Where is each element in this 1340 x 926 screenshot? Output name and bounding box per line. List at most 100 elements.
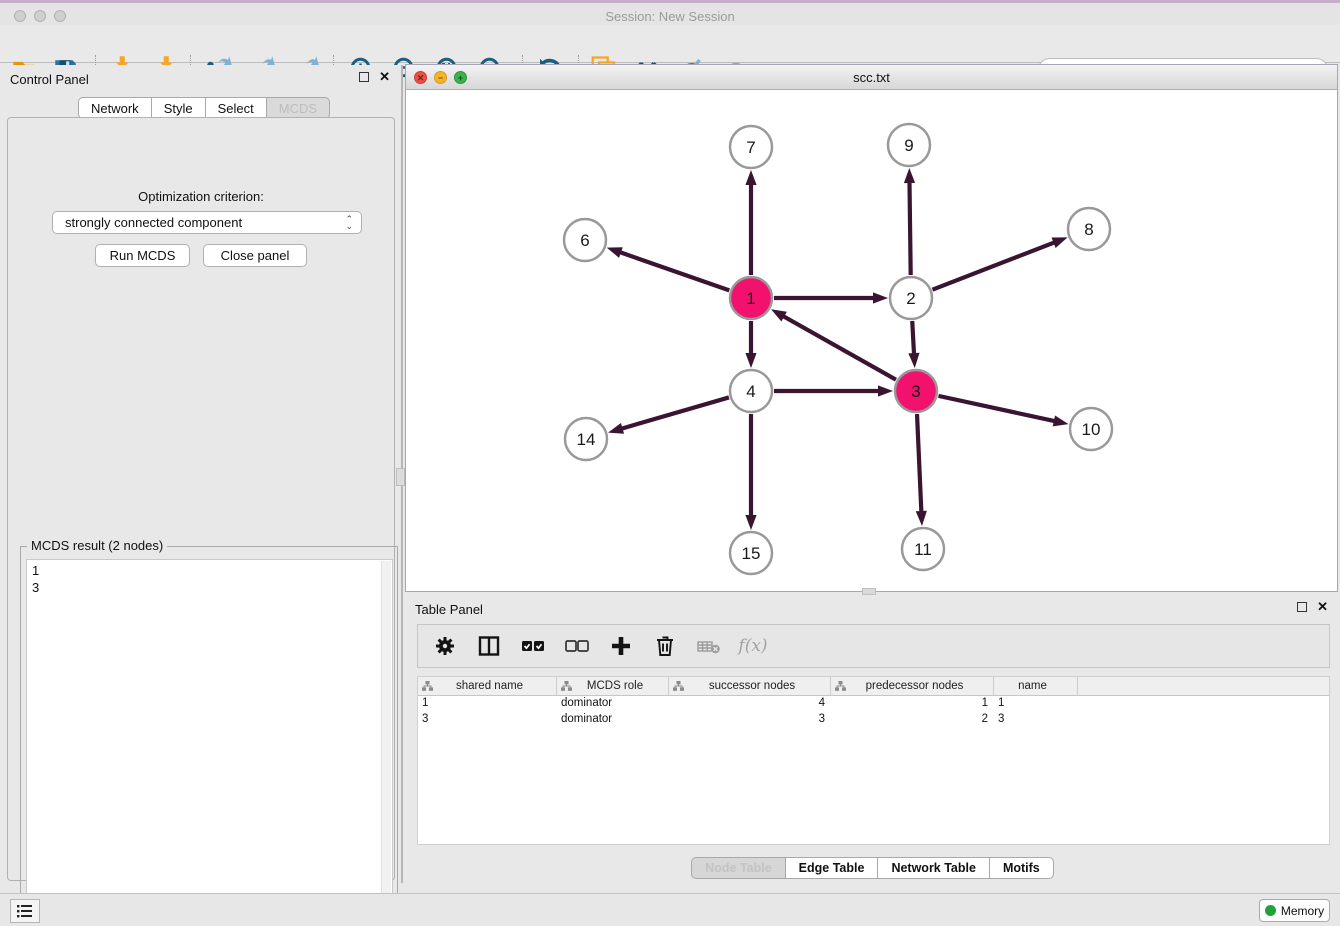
optimization-criterion-label: Optimization criterion:: [8, 189, 394, 204]
tab-network-table[interactable]: Network Table: [877, 857, 989, 879]
float-panel-icon[interactable]: [1297, 602, 1307, 612]
column-header-successor-nodes[interactable]: successor nodes: [669, 677, 831, 695]
arrowhead-icon: [908, 353, 919, 368]
edge-3-1[interactable]: [781, 315, 895, 380]
column-label: shared name: [433, 680, 556, 692]
column-header-shared-name[interactable]: shared name: [418, 677, 557, 695]
arrowhead-icon: [745, 515, 756, 530]
network-graph[interactable]: 7968124314101511: [406, 90, 1337, 591]
edge-2-8[interactable]: [932, 242, 1056, 290]
edge-3-11[interactable]: [917, 414, 921, 514]
arrowhead-icon: [1053, 415, 1069, 426]
memory-label: Memory: [1281, 904, 1324, 918]
cell-name[interactable]: 1: [994, 696, 1078, 712]
list-icon: [16, 903, 34, 919]
mcds-result-list[interactable]: 1 3: [26, 559, 393, 923]
status-bar: Memory: [0, 893, 1340, 926]
table-toolbar: f(x): [417, 624, 1330, 668]
control-panel-title: Control Panel: [10, 72, 89, 87]
mcds-result-box: MCDS result (2 nodes) 1 3: [20, 546, 398, 926]
delete-column-icon[interactable]: [650, 631, 680, 661]
cell-name[interactable]: 3: [994, 712, 1078, 728]
column-header-name[interactable]: name: [994, 677, 1078, 695]
arrowhead-icon: [878, 385, 893, 396]
tab-motifs[interactable]: Motifs: [989, 857, 1054, 879]
tab-network[interactable]: Network: [78, 97, 151, 119]
cell-predecessor-nodes[interactable]: 1: [831, 696, 994, 712]
scrollbar-track[interactable]: [381, 561, 391, 923]
tab-mcds[interactable]: MCDS: [266, 97, 330, 119]
network-frame-titlebar[interactable]: ✕ − + scc.txt: [406, 65, 1337, 90]
node-label-8: 8: [1084, 220, 1093, 239]
header-filler: [1078, 677, 1329, 695]
arrowhead-icon: [745, 353, 756, 368]
table-panel-title: Table Panel: [415, 602, 483, 617]
close-panel-icon[interactable]: ✕: [1317, 602, 1328, 612]
node-label-7: 7: [746, 138, 755, 157]
gear-icon[interactable]: [430, 631, 460, 661]
node-label-10: 10: [1082, 420, 1101, 439]
node-label-4: 4: [746, 382, 755, 401]
arrowhead-icon: [607, 247, 623, 258]
memory-button[interactable]: Memory: [1259, 899, 1330, 922]
task-history-button[interactable]: [10, 899, 40, 923]
node-label-2: 2: [906, 289, 915, 308]
column-header-predecessor-nodes[interactable]: predecessor nodes: [831, 677, 994, 695]
run-mcds-button[interactable]: Run MCDS: [95, 244, 190, 267]
tab-node-table[interactable]: Node Table: [691, 857, 784, 879]
node-label-14: 14: [577, 430, 596, 449]
network-canvas[interactable]: 7968124314101511: [406, 90, 1337, 591]
node-table[interactable]: shared nameMCDS role successor nodesprede…: [417, 676, 1330, 845]
cell-MCDS-role[interactable]: dominator: [557, 712, 669, 728]
table-row-2[interactable]: 3dominator323: [418, 712, 1329, 728]
function-builder-icon[interactable]: f(x): [738, 631, 768, 661]
cell-successor-nodes[interactable]: 3: [669, 712, 831, 728]
cell-shared-name[interactable]: 1: [418, 696, 557, 712]
app-titlebar: Session: New Session: [0, 3, 1340, 25]
control-panel-tabs: NetworkStyleSelectMCDS: [78, 97, 330, 119]
arrowhead-icon: [745, 170, 756, 185]
window-title: Session: New Session: [0, 9, 1340, 24]
node-label-9: 9: [904, 136, 913, 155]
node-label-1: 1: [746, 289, 755, 308]
cell-predecessor-nodes[interactable]: 2: [831, 712, 994, 728]
add-column-icon[interactable]: [606, 631, 636, 661]
optimization-dropdown[interactable]: strongly connected component ⌃⌄: [52, 211, 362, 234]
splitter-handle[interactable]: [862, 588, 876, 595]
network-view-frame: ✕ − + scc.txt 7968124314101511: [405, 64, 1338, 592]
two-columns-icon[interactable]: [474, 631, 504, 661]
column-sort-icon: [673, 681, 684, 691]
arrowhead-icon: [873, 292, 888, 303]
edge-2-3[interactable]: [912, 321, 914, 356]
splitter-handle[interactable]: [396, 468, 405, 486]
mcds-tab-content: Optimization criterion: strongly connect…: [7, 117, 395, 881]
edge-3-10[interactable]: [938, 396, 1056, 422]
tab-select[interactable]: Select: [205, 97, 266, 119]
table-panel: Table Panel ✕ f(x) shared nameMCDS ro: [405, 595, 1340, 888]
unselect-all-columns-icon[interactable]: [562, 631, 592, 661]
float-panel-icon[interactable]: [359, 72, 369, 82]
node-label-3: 3: [911, 382, 920, 401]
column-header-MCDS-role[interactable]: MCDS role: [557, 677, 669, 695]
delete-table-icon[interactable]: [694, 631, 724, 661]
close-panel-button[interactable]: Close panel: [203, 244, 307, 267]
close-panel-icon[interactable]: ✕: [379, 72, 390, 82]
edge-4-14[interactable]: [620, 397, 729, 429]
arrowhead-icon: [904, 168, 915, 183]
cell-successor-nodes[interactable]: 4: [669, 696, 831, 712]
column-label: successor nodes: [684, 680, 830, 692]
tab-edge-table[interactable]: Edge Table: [785, 857, 878, 879]
dropdown-selected-value: strongly connected component: [65, 215, 345, 230]
select-all-columns-icon[interactable]: [518, 631, 548, 661]
memory-status-icon: [1265, 905, 1276, 916]
control-panel: Control Panel ✕ NetworkStyleSelectMCDS O…: [0, 65, 402, 883]
cell-MCDS-role[interactable]: dominator: [557, 696, 669, 712]
node-label-11: 11: [914, 540, 932, 559]
tab-style[interactable]: Style: [151, 97, 205, 119]
table-row-1[interactable]: 1dominator411: [418, 696, 1329, 712]
table-tabs: Node TableEdge TableNetwork TableMotifs: [405, 857, 1340, 879]
edge-2-9[interactable]: [909, 180, 910, 275]
arrowhead-icon: [1052, 237, 1068, 248]
edge-1-6[interactable]: [618, 252, 729, 291]
cell-shared-name[interactable]: 3: [418, 712, 557, 728]
